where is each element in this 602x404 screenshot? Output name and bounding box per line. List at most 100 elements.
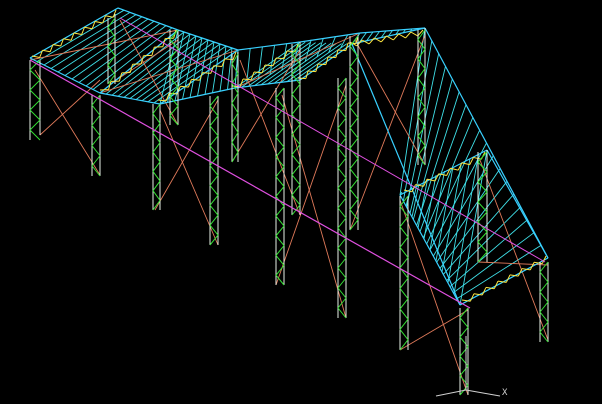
column-lacing xyxy=(338,218,346,228)
truss-web xyxy=(74,33,82,35)
lattice-columns xyxy=(30,14,548,395)
column-lacing xyxy=(350,77,358,87)
model-viewport[interactable]: X xyxy=(0,0,602,400)
column-lacing xyxy=(350,179,358,189)
column-lacing xyxy=(153,143,160,153)
column-lacing xyxy=(276,127,284,137)
column-lacing xyxy=(400,227,408,237)
truss-web xyxy=(308,71,316,72)
purlin xyxy=(37,10,124,61)
column-lacing xyxy=(478,242,487,252)
ucs-x-axis xyxy=(466,390,500,396)
column-lacing xyxy=(153,114,160,124)
cross-brace xyxy=(350,35,425,230)
column-lacing xyxy=(232,103,238,113)
column-lacing xyxy=(478,252,487,262)
column-lacing xyxy=(338,208,346,218)
truss-web xyxy=(43,50,51,52)
truss-web xyxy=(273,58,276,66)
column-lacing xyxy=(400,278,408,288)
column-lacing xyxy=(210,175,218,185)
column-lacing xyxy=(292,165,300,175)
ucs-x-label: X xyxy=(502,388,507,398)
column-lacing xyxy=(153,162,160,172)
column-lacing xyxy=(338,128,346,138)
cross-brace xyxy=(480,160,548,340)
column-lacing xyxy=(350,220,358,230)
column-lacing xyxy=(350,67,358,77)
column-lacing xyxy=(350,118,358,128)
purlin xyxy=(213,44,221,93)
purlin xyxy=(148,46,226,102)
column-lacing xyxy=(92,125,100,135)
column-lacing xyxy=(170,106,178,116)
column-lacing xyxy=(30,120,40,130)
column-lacing xyxy=(338,268,346,278)
column-lacing xyxy=(276,147,284,157)
purlin xyxy=(130,40,208,99)
truss-web xyxy=(418,30,423,36)
column-lacing xyxy=(92,166,100,176)
column-lacing xyxy=(400,237,408,247)
cross-brace xyxy=(155,100,218,210)
column-lacing xyxy=(400,329,408,339)
purlin xyxy=(183,36,197,99)
truss-web xyxy=(298,78,306,79)
column-lacing xyxy=(338,148,346,158)
column-lacing xyxy=(478,182,487,192)
column-lacing xyxy=(350,169,358,179)
column-lacing xyxy=(418,40,425,50)
cross-brace xyxy=(35,70,100,175)
column-lacing xyxy=(276,236,284,246)
column-lacing xyxy=(540,312,548,322)
column-lacing xyxy=(338,178,346,188)
column-lacing xyxy=(108,46,115,55)
column-lacing xyxy=(400,299,408,309)
column-lacing xyxy=(338,238,346,248)
column-lacing xyxy=(460,356,468,366)
column-lacing xyxy=(460,327,468,337)
truss-web xyxy=(211,66,214,74)
column-lacing xyxy=(338,158,346,168)
column-lacing xyxy=(210,116,218,126)
column-lacing xyxy=(210,195,218,205)
column-lacing xyxy=(350,97,358,107)
column-lacing xyxy=(338,108,346,118)
column-lacing xyxy=(338,168,346,178)
column-lacing xyxy=(276,187,284,197)
truss-web xyxy=(106,16,114,18)
column-lacing xyxy=(30,80,40,90)
column-lacing xyxy=(540,302,548,312)
column-lacing xyxy=(350,56,358,66)
column-lacing xyxy=(276,275,284,285)
column-lacing xyxy=(276,118,284,128)
cross-brace xyxy=(276,85,346,285)
column-lacing xyxy=(540,282,548,292)
purlin xyxy=(72,21,154,79)
truss-web xyxy=(243,79,251,80)
purlin xyxy=(93,28,172,90)
column-lacing xyxy=(276,246,284,256)
cross-brace xyxy=(355,40,425,165)
longitudinal-tie xyxy=(120,18,545,262)
column-lacing xyxy=(292,124,300,134)
cross-brace xyxy=(400,310,468,350)
column-lacing xyxy=(338,258,346,268)
column-lacing xyxy=(400,309,408,319)
column-lacing xyxy=(153,133,160,143)
column-lacing xyxy=(478,162,487,172)
column-lacing xyxy=(292,84,300,94)
truss-web xyxy=(85,27,93,29)
truss-web xyxy=(399,34,406,38)
column-lacing xyxy=(350,107,358,117)
truss-web xyxy=(254,72,262,73)
column-lacing xyxy=(292,94,300,104)
column-lacing xyxy=(338,98,346,108)
column-lacing xyxy=(400,319,408,329)
purlin xyxy=(44,12,130,65)
truss-web xyxy=(534,262,542,263)
column-lacing xyxy=(30,130,40,140)
column-lacing xyxy=(276,157,284,167)
column-lacing xyxy=(210,126,218,136)
truss-web xyxy=(411,32,418,36)
